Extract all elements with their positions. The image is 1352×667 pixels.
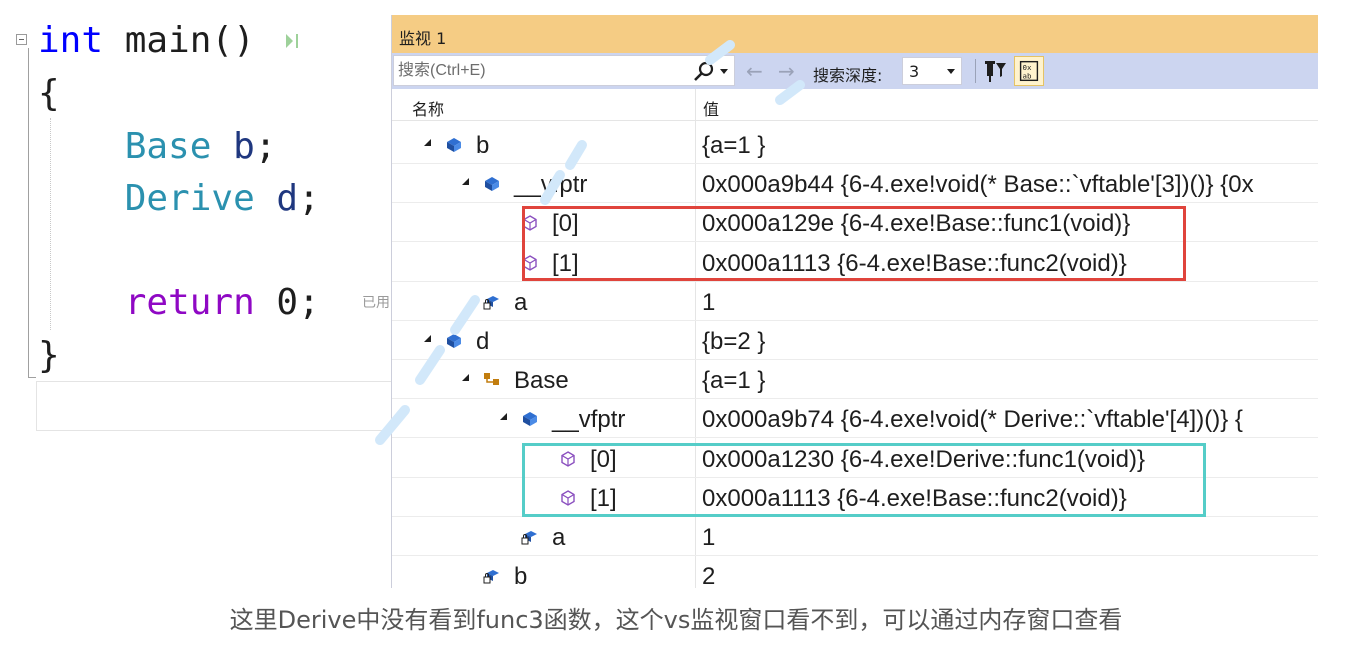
- code-token: return: [38, 282, 255, 323]
- watch-row-name[interactable]: b: [514, 563, 527, 588]
- code-line[interactable]: }: [38, 334, 60, 378]
- editor-bottom-panel: [36, 381, 392, 431]
- watch-row[interactable]: a1: [392, 517, 1318, 556]
- search-options-chevron-down-icon[interactable]: [720, 69, 728, 74]
- watch-row-value[interactable]: {a=1 }: [702, 132, 765, 160]
- code-token: Base: [38, 126, 212, 167]
- code-token: ;: [298, 178, 320, 219]
- watch-row[interactable]: Base {a=1 }: [392, 360, 1318, 399]
- object-icon: [444, 135, 464, 155]
- fold-guide-line: [28, 48, 29, 378]
- watch-row-value[interactable]: 0x000a9b74 {6-4.exe!void(* Derive::`vfta…: [702, 406, 1243, 434]
- watch-row-name[interactable]: Base: [514, 367, 569, 395]
- watch-row-name[interactable]: b: [476, 132, 489, 160]
- watch-row-name[interactable]: __vfptr: [514, 171, 587, 199]
- watch-row-name[interactable]: d: [476, 328, 489, 356]
- watch-row-name[interactable]: __vfptr: [552, 406, 625, 434]
- code-token: main(): [103, 20, 255, 61]
- search-next-arrow-right-icon[interactable]: →: [778, 59, 795, 83]
- object-icon: [444, 331, 464, 351]
- base-class-icon: [482, 370, 502, 390]
- highlight-box-derive-vtable: [522, 443, 1206, 517]
- watch-row-name[interactable]: a: [552, 524, 565, 552]
- code-token: int: [38, 20, 104, 61]
- watch-toolbar: ← → 搜索深度: 3 0x ab: [392, 53, 1318, 89]
- watch-row-value[interactable]: {a=1 }: [702, 367, 765, 395]
- code-line[interactable]: int main(): [38, 19, 255, 63]
- svg-text:ab: ab: [1022, 71, 1031, 80]
- object-icon: [520, 409, 540, 429]
- code-line[interactable]: Base b;: [38, 125, 277, 169]
- code-token: d: [254, 178, 299, 219]
- code-token: }: [38, 335, 60, 376]
- search-depth-label: 搜索深度:: [813, 66, 883, 85]
- code-editor[interactable]: int main() { Base b; Derive d; return 0;}…: [0, 0, 392, 432]
- code-token: ;: [254, 126, 277, 167]
- code-token: {: [38, 73, 60, 114]
- watch-row[interactable]: b {a=1 }: [392, 125, 1318, 164]
- code-token: Derive: [38, 178, 255, 219]
- collapse-toggle-icon[interactable]: [16, 34, 27, 45]
- field-icon: [482, 566, 502, 586]
- toolbar-separator: [975, 59, 976, 83]
- expand-triangle-icon[interactable]: [500, 413, 507, 420]
- chevron-down-icon: [947, 69, 955, 74]
- expand-triangle-icon[interactable]: [424, 139, 431, 146]
- code-token: b: [211, 126, 255, 167]
- watch-row[interactable]: d {b=2 }: [392, 321, 1318, 360]
- expand-triangle-icon[interactable]: [462, 374, 469, 381]
- field-icon: [520, 527, 540, 547]
- search-depth-select[interactable]: 3: [902, 57, 962, 85]
- field-icon: [482, 292, 502, 312]
- expand-triangle-icon[interactable]: [424, 335, 431, 342]
- run-to-cursor-icon[interactable]: [284, 31, 302, 51]
- object-icon: [482, 174, 502, 194]
- code-line[interactable]: Derive d;: [38, 177, 320, 221]
- watch-row-value[interactable]: 1: [702, 289, 715, 317]
- watch-row[interactable]: __vfptr 0x000a9b44 {6-4.exe!void(* Base::…: [392, 164, 1318, 203]
- watch-row[interactable]: b2: [392, 556, 1318, 588]
- watch-row-value[interactable]: 0x000a9b44 {6-4.exe!void(* Base::`vftabl…: [702, 171, 1254, 199]
- watch-row-value[interactable]: 2: [702, 563, 715, 588]
- code-line[interactable]: return 0;: [38, 281, 320, 325]
- search-depth-value: 3: [909, 62, 920, 81]
- fold-guide-end: [28, 377, 36, 378]
- watch-title-bar[interactable]: 监视 1: [392, 15, 1318, 53]
- highlight-box-base-vtable: [522, 206, 1186, 281]
- search-previous-arrow-left-icon[interactable]: ←: [746, 59, 763, 83]
- watch-row[interactable]: __vfptr 0x000a9b74 {6-4.exe!void(* Derive…: [392, 399, 1318, 438]
- search-input[interactable]: [398, 60, 678, 82]
- column-header-name[interactable]: 名称: [412, 96, 444, 120]
- column-header: 名称 值: [392, 89, 1318, 121]
- search-icon[interactable]: [692, 60, 716, 84]
- watch-row-name[interactable]: a: [514, 289, 527, 317]
- code-line[interactable]: {: [38, 72, 60, 116]
- search-box[interactable]: [393, 55, 735, 86]
- pin-filter-icon[interactable]: [984, 58, 1008, 84]
- watch-row[interactable]: a1: [392, 282, 1318, 321]
- hex-display-toggle-icon[interactable]: 0x ab: [1014, 56, 1044, 86]
- watch-row-value[interactable]: {b=2 }: [702, 328, 765, 356]
- code-token: 0;: [254, 282, 320, 323]
- watch-title: 监视 1: [399, 29, 447, 48]
- watch-row-value[interactable]: 1: [702, 524, 715, 552]
- column-header-value[interactable]: 值: [703, 96, 719, 120]
- expand-triangle-icon[interactable]: [462, 178, 469, 185]
- figure-caption: 这里Derive中没有看到func3函数，这个vs监视窗口看不到，可以通过内存窗…: [229, 606, 1123, 634]
- perf-tip-hint[interactable]: 已用: [362, 292, 390, 312]
